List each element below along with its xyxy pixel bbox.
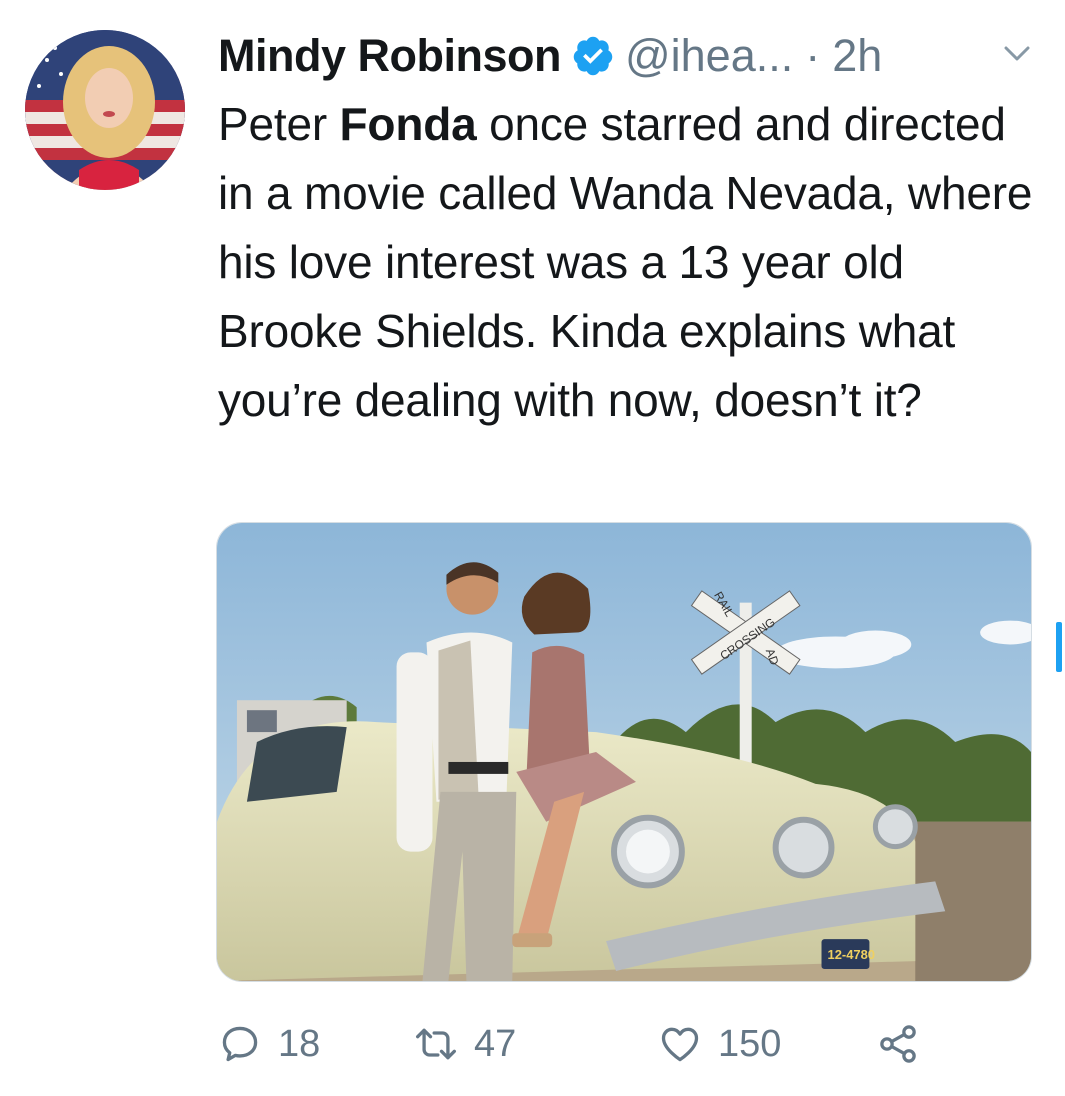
retweet-icon — [416, 1028, 456, 1060]
tweet-media-photo[interactable]: RAIL CROSSING AD 12-4780 — [216, 522, 1032, 982]
share-button[interactable] — [876, 1014, 920, 1074]
timestamp[interactable]: 2h — [832, 30, 882, 82]
heart-icon — [661, 1027, 699, 1062]
reply-icon — [222, 1026, 258, 1062]
photo-illustration: RAIL CROSSING AD 12-4780 — [217, 523, 1031, 981]
tweet-text-bold: Fonda — [339, 98, 477, 150]
license-plate: 12-4780 — [828, 947, 876, 962]
retweet-button[interactable]: 47 — [414, 1014, 516, 1074]
retweet-count: 47 — [474, 1022, 517, 1065]
reply-button[interactable]: 18 — [218, 1014, 320, 1074]
verified-badge-icon — [573, 36, 613, 76]
avatar[interactable] — [25, 30, 185, 190]
share-icon — [880, 1025, 916, 1063]
tweet-actions: 18 47 150 — [218, 1014, 978, 1074]
author-name[interactable]: Mindy Robinson — [218, 30, 561, 82]
scroll-indicator[interactable] — [1056, 622, 1062, 672]
tweet-text-part1: Peter — [218, 98, 340, 150]
reply-count: 18 — [278, 1022, 321, 1065]
tweet-header: Mindy Robinson @ihea... · 2h — [218, 26, 882, 86]
chevron-down-icon[interactable] — [1002, 44, 1032, 64]
avatar-image — [25, 30, 185, 190]
author-handle[interactable]: @ihea... — [625, 30, 793, 82]
like-count: 150 — [718, 1022, 782, 1065]
tweet-text: Peter Fonda once starred and directed in… — [218, 90, 1048, 435]
separator-dot: · — [805, 30, 821, 81]
like-button[interactable]: 150 — [658, 1014, 781, 1074]
